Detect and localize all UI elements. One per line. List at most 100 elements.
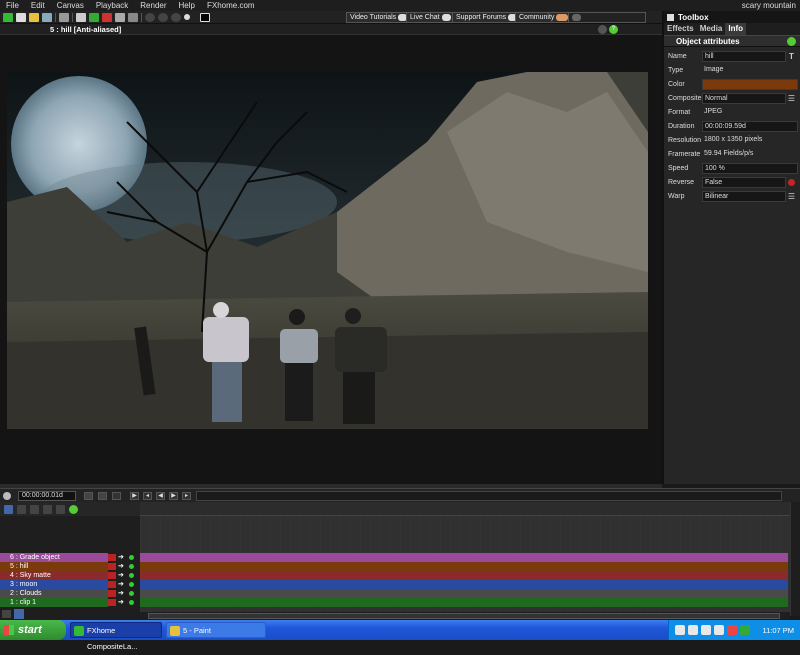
visibility-icon[interactable] [129,555,134,560]
layer-bar-grade[interactable] [140,553,788,562]
menu-render[interactable]: Render [134,0,172,11]
new-file-icon[interactable] [16,12,26,22]
scrollbar-thumb[interactable] [148,613,780,619]
brush-large-icon[interactable] [171,12,181,22]
layer-bar-hill[interactable] [140,562,788,571]
visibility-icon[interactable] [129,573,134,578]
new-project-icon[interactable] [3,12,13,22]
task-paint[interactable]: 5 - Paint [166,622,266,638]
brush-tool-icon[interactable] [56,504,65,514]
menu-playback[interactable]: Playback [90,0,134,11]
live-chat-button[interactable]: Live Chat [406,12,455,23]
pen-tool-icon[interactable] [102,12,112,22]
speed-field[interactable]: 100 % [702,162,798,174]
arrow-icon[interactable]: ➔ [118,581,127,588]
visibility-icon[interactable] [129,582,134,587]
layer-tracks[interactable] [140,516,790,612]
slip-tool-icon[interactable] [17,504,26,514]
toolbox-toggle-icon[interactable] [667,13,674,21]
list-menu-icon[interactable]: ☰ [787,94,796,103]
color-swatch[interactable] [702,78,798,90]
help-icon[interactable]: ? [609,25,618,34]
record-icon[interactable] [108,563,116,570]
layer-icon[interactable] [84,492,93,500]
tab-effects[interactable]: Effects [664,23,697,35]
layer-bar-clip[interactable] [140,598,788,607]
menu-canvas[interactable]: Canvas [51,0,90,11]
tray-security-icon[interactable] [701,625,711,635]
warp-select[interactable]: Bilinear [702,190,786,202]
layer-label[interactable]: 6 : Grade object [0,553,108,562]
play-button[interactable]: ▶ [130,492,139,500]
record-icon[interactable] [108,581,116,588]
community-button[interactable]: Community [515,12,573,23]
select-tool-icon[interactable] [4,504,13,514]
record-icon[interactable] [108,572,116,579]
pencil-tool-icon[interactable] [43,504,52,514]
keyframe-icon[interactable] [788,178,795,186]
timeline-scrubber[interactable] [196,491,782,501]
name-field[interactable]: hill [702,50,786,62]
attributes-help-icon[interactable] [787,37,796,46]
rewind-button[interactable]: ◀ [156,492,165,500]
layer-bar-clouds[interactable] [140,589,788,598]
screen-icon[interactable] [112,492,121,500]
timeline-horizontal-scrollbar[interactable] [140,612,790,620]
menu-file[interactable]: File [0,0,25,11]
menu-help[interactable]: Help [173,0,201,11]
layer-label[interactable]: 5 : hill [0,562,108,571]
razor-tool-icon[interactable] [30,504,39,514]
tray-help-icon[interactable] [675,625,685,635]
move-tool-icon[interactable] [76,12,86,22]
prev-frame-button[interactable]: ◂ [143,492,152,500]
save-icon[interactable] [42,12,52,22]
current-time[interactable]: 00:00:00.01d [18,491,76,501]
arrow-icon[interactable]: ➔ [118,599,127,606]
record-icon[interactable] [108,599,116,606]
color-swatch-icon[interactable] [200,12,210,22]
undo-icon[interactable] [59,12,69,22]
transform-tool-icon[interactable] [115,12,125,22]
duration-field[interactable]: 00:00:09.59d [702,120,798,132]
arrow-icon[interactable]: ➔ [118,590,127,597]
record-icon[interactable] [108,554,116,561]
brush-small-icon[interactable] [145,12,155,22]
canvas-image[interactable] [7,72,648,429]
tab-media[interactable]: Media [697,23,726,35]
reverse-field[interactable]: False [702,176,786,188]
task-fxhome[interactable]: FXhome CompositeLa... [70,622,162,651]
list-menu-icon[interactable]: ☰ [787,192,796,201]
tray-network-icon[interactable] [688,625,698,635]
tray-volume-icon[interactable] [714,625,724,635]
stack-icon[interactable] [98,492,107,500]
zoom-slider[interactable] [568,12,646,23]
arrow-icon[interactable]: ➔ [118,563,127,570]
arrow-icon[interactable]: ➔ [118,572,127,579]
visibility-icon[interactable] [129,600,134,605]
start-button[interactable]: start [0,620,66,640]
brush-medium-icon[interactable] [158,12,168,22]
visibility-icon[interactable] [129,591,134,596]
tray-alert-icon[interactable] [727,625,737,635]
viewer-options-icon[interactable] [598,25,607,34]
timeline-ruler[interactable] [140,502,790,516]
text-icon[interactable]: T [787,52,796,61]
video-tutorials-button[interactable]: Video Tutorials [346,12,412,23]
visibility-icon[interactable] [129,564,134,569]
rectangle-tool-icon[interactable] [89,12,99,22]
support-forums-button[interactable]: Support Forums [452,12,522,23]
layer-label[interactable]: 2 : Clouds [0,589,108,598]
grid-icon[interactable] [128,12,138,22]
layer-label[interactable]: 4 : Sky matte [0,571,108,580]
open-folder-icon[interactable] [29,12,39,22]
layer-bar-moon[interactable] [140,580,788,589]
layer-label[interactable]: 3 : moon [0,580,108,589]
brush-dot-icon[interactable] [184,14,190,20]
object-attributes-header[interactable]: Object attributes [664,35,800,47]
record-icon[interactable] [108,590,116,597]
menu-edit[interactable]: Edit [25,0,51,11]
forward-button[interactable]: ▶ [169,492,178,500]
next-frame-button[interactable]: ▸ [182,492,191,500]
layer-label[interactable]: 1 : clip 1 [0,598,108,607]
list-icon[interactable] [2,610,11,618]
